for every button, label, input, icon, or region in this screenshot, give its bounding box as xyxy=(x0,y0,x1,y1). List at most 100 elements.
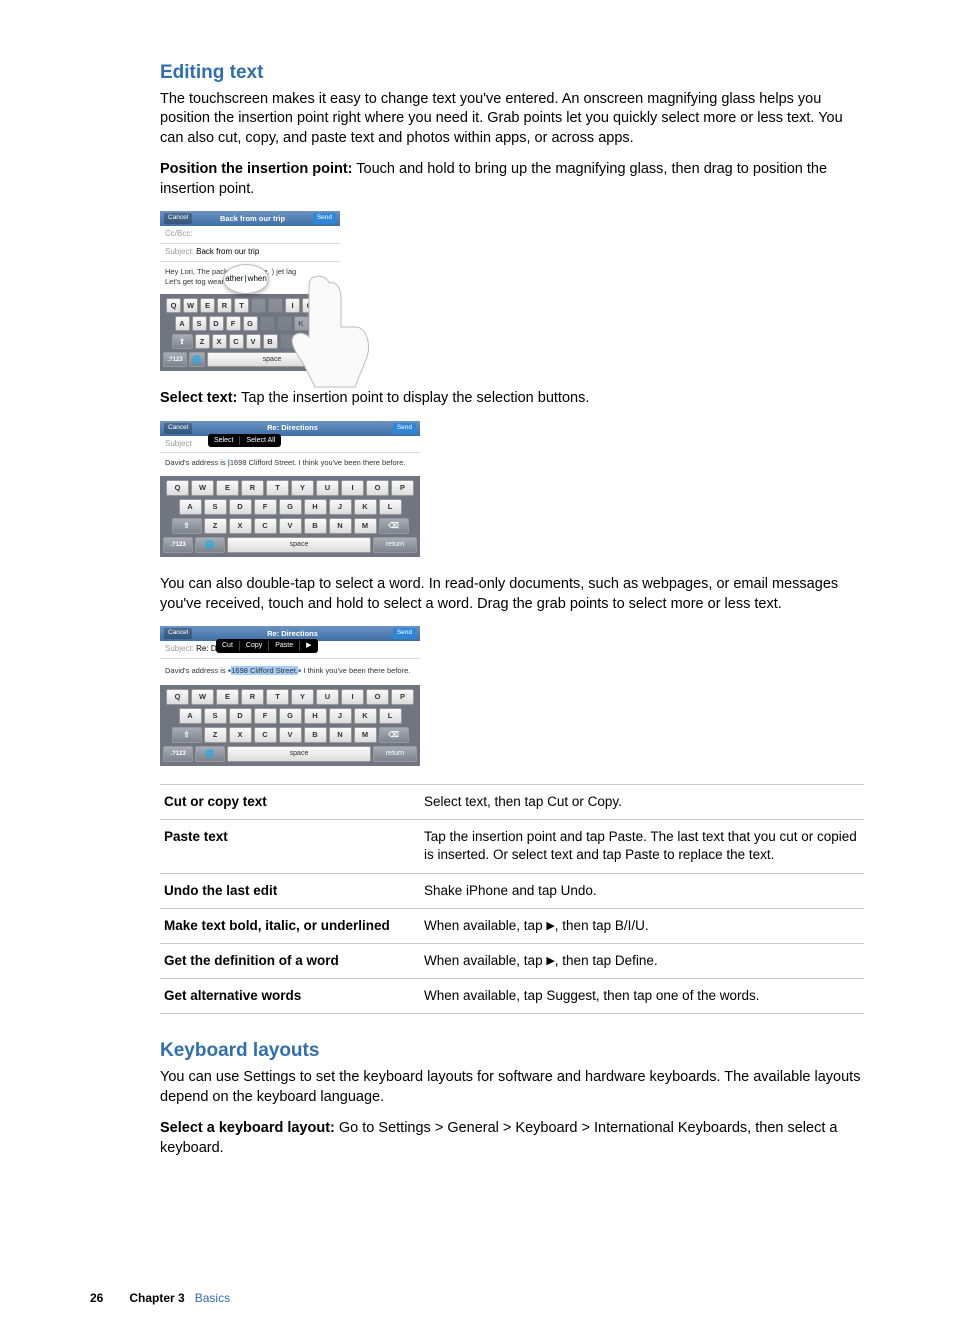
key[interactable]: G xyxy=(279,499,302,515)
key-k[interactable]: K xyxy=(294,316,309,331)
key[interactable]: Q xyxy=(166,480,189,496)
space-key[interactable]: space xyxy=(227,746,371,762)
key[interactable]: L xyxy=(379,499,402,515)
key[interactable]: V xyxy=(279,518,302,534)
keyboard[interactable]: QWERTYUIOP ASDFGHJKL ⇧ZXCVBNM⌫ .?123🌐spa… xyxy=(160,685,420,766)
shift-key[interactable]: ⇧ xyxy=(172,727,202,743)
key[interactable]: R xyxy=(241,480,264,496)
key[interactable]: Q xyxy=(166,689,189,705)
cancel-button[interactable]: Cancel xyxy=(164,423,192,434)
subject-field[interactable]: Subject: Re: D Cut Copy Paste ▶ xyxy=(160,641,420,659)
mode-key[interactable]: .?123 xyxy=(163,746,193,762)
key-x[interactable]: X xyxy=(212,334,227,349)
key[interactable]: S xyxy=(204,499,227,515)
return-key[interactable]: return xyxy=(373,746,417,762)
key-u[interactable] xyxy=(268,298,283,313)
key-r[interactable]: R xyxy=(217,298,232,313)
selection-handle-start-icon[interactable]: • xyxy=(228,666,232,677)
key-z[interactable]: Z xyxy=(195,334,210,349)
key[interactable]: P xyxy=(391,480,414,496)
key[interactable]: F xyxy=(254,499,277,515)
key[interactable]: L xyxy=(379,708,402,724)
cancel-button[interactable]: Cancel xyxy=(164,213,192,224)
key-i[interactable]: I xyxy=(285,298,300,313)
key[interactable]: H xyxy=(304,708,327,724)
key[interactable]: F xyxy=(254,708,277,724)
key-e[interactable]: E xyxy=(200,298,215,313)
key[interactable]: K xyxy=(354,499,377,515)
copy-button[interactable]: Copy xyxy=(240,641,269,650)
key[interactable]: T xyxy=(266,689,289,705)
key[interactable]: I xyxy=(341,689,364,705)
more-arrow-icon[interactable]: ▶ xyxy=(300,641,317,650)
key[interactable]: Y xyxy=(291,480,314,496)
key-b[interactable]: B xyxy=(263,334,278,349)
space-key[interactable]: space xyxy=(207,352,337,367)
shift-key[interactable]: ⇧ xyxy=(172,334,193,349)
send-button[interactable]: Send xyxy=(393,628,416,639)
key[interactable]: W xyxy=(191,480,214,496)
key[interactable]: G xyxy=(279,708,302,724)
key-n[interactable] xyxy=(280,334,295,349)
key-q[interactable]: Q xyxy=(166,298,181,313)
key[interactable]: U xyxy=(316,689,339,705)
key[interactable]: O xyxy=(366,480,389,496)
edit-menu[interactable]: Cut Copy Paste ▶ xyxy=(216,639,318,652)
key-h[interactable] xyxy=(260,316,275,331)
backspace-key[interactable] xyxy=(314,334,329,349)
key-a[interactable]: A xyxy=(175,316,190,331)
send-button[interactable]: Send xyxy=(393,423,416,434)
space-key[interactable]: space xyxy=(227,537,371,553)
key-y[interactable] xyxy=(251,298,266,313)
subject-field[interactable]: Subject Select Select All xyxy=(160,436,420,454)
shift-key[interactable]: ⇧ xyxy=(172,518,202,534)
globe-key[interactable]: 🌐 xyxy=(189,352,205,367)
key[interactable]: E xyxy=(216,480,239,496)
select-all-button[interactable]: Select All xyxy=(240,436,281,445)
key[interactable]: B xyxy=(304,727,327,743)
key[interactable]: J xyxy=(329,708,352,724)
key-m[interactable] xyxy=(297,334,312,349)
edit-menu[interactable]: Select Select All xyxy=(208,434,281,447)
key-j[interactable] xyxy=(277,316,292,331)
key-t[interactable]: T xyxy=(234,298,249,313)
key[interactable]: P xyxy=(391,689,414,705)
key[interactable]: J xyxy=(329,499,352,515)
key-f[interactable]: F xyxy=(226,316,241,331)
key[interactable]: X xyxy=(229,518,252,534)
key-l[interactable]: L xyxy=(311,316,326,331)
key[interactable]: V xyxy=(279,727,302,743)
send-button[interactable]: Send xyxy=(313,213,336,224)
key[interactable]: C xyxy=(254,727,277,743)
key[interactable]: M xyxy=(354,518,377,534)
select-button[interactable]: Select xyxy=(208,436,240,445)
key[interactable]: I xyxy=(341,480,364,496)
key-o[interactable]: O xyxy=(302,298,317,313)
key-w[interactable]: W xyxy=(183,298,198,313)
cut-button[interactable]: Cut xyxy=(216,641,240,650)
key-d[interactable]: D xyxy=(209,316,224,331)
key[interactable]: A xyxy=(179,708,202,724)
globe-key[interactable]: 🌐 xyxy=(195,746,225,762)
globe-key[interactable]: 🌐 xyxy=(195,537,225,553)
key[interactable]: S xyxy=(204,708,227,724)
key[interactable]: T xyxy=(266,480,289,496)
ccbcc-field[interactable]: Cc/Bcc: xyxy=(160,226,340,244)
selection-handle-end-icon[interactable]: • xyxy=(298,666,302,677)
message-body[interactable]: David's address is |1698 Clifford Street… xyxy=(160,453,420,476)
key[interactable]: R xyxy=(241,689,264,705)
key-g[interactable]: G xyxy=(243,316,258,331)
key[interactable]: X xyxy=(229,727,252,743)
backspace-key[interactable]: ⌫ xyxy=(379,727,409,743)
key[interactable]: C xyxy=(254,518,277,534)
message-body[interactable]: David's address is •1698 Clifford Street… xyxy=(160,659,420,685)
key[interactable]: E xyxy=(216,689,239,705)
key[interactable]: W xyxy=(191,689,214,705)
key[interactable]: K xyxy=(354,708,377,724)
mode-key[interactable]: .?123 xyxy=(163,352,187,367)
backspace-key[interactable]: ⌫ xyxy=(379,518,409,534)
key-v[interactable]: V xyxy=(246,334,261,349)
cancel-button[interactable]: Cancel xyxy=(164,628,192,639)
key[interactable]: M xyxy=(354,727,377,743)
key-p[interactable]: P xyxy=(319,298,334,313)
